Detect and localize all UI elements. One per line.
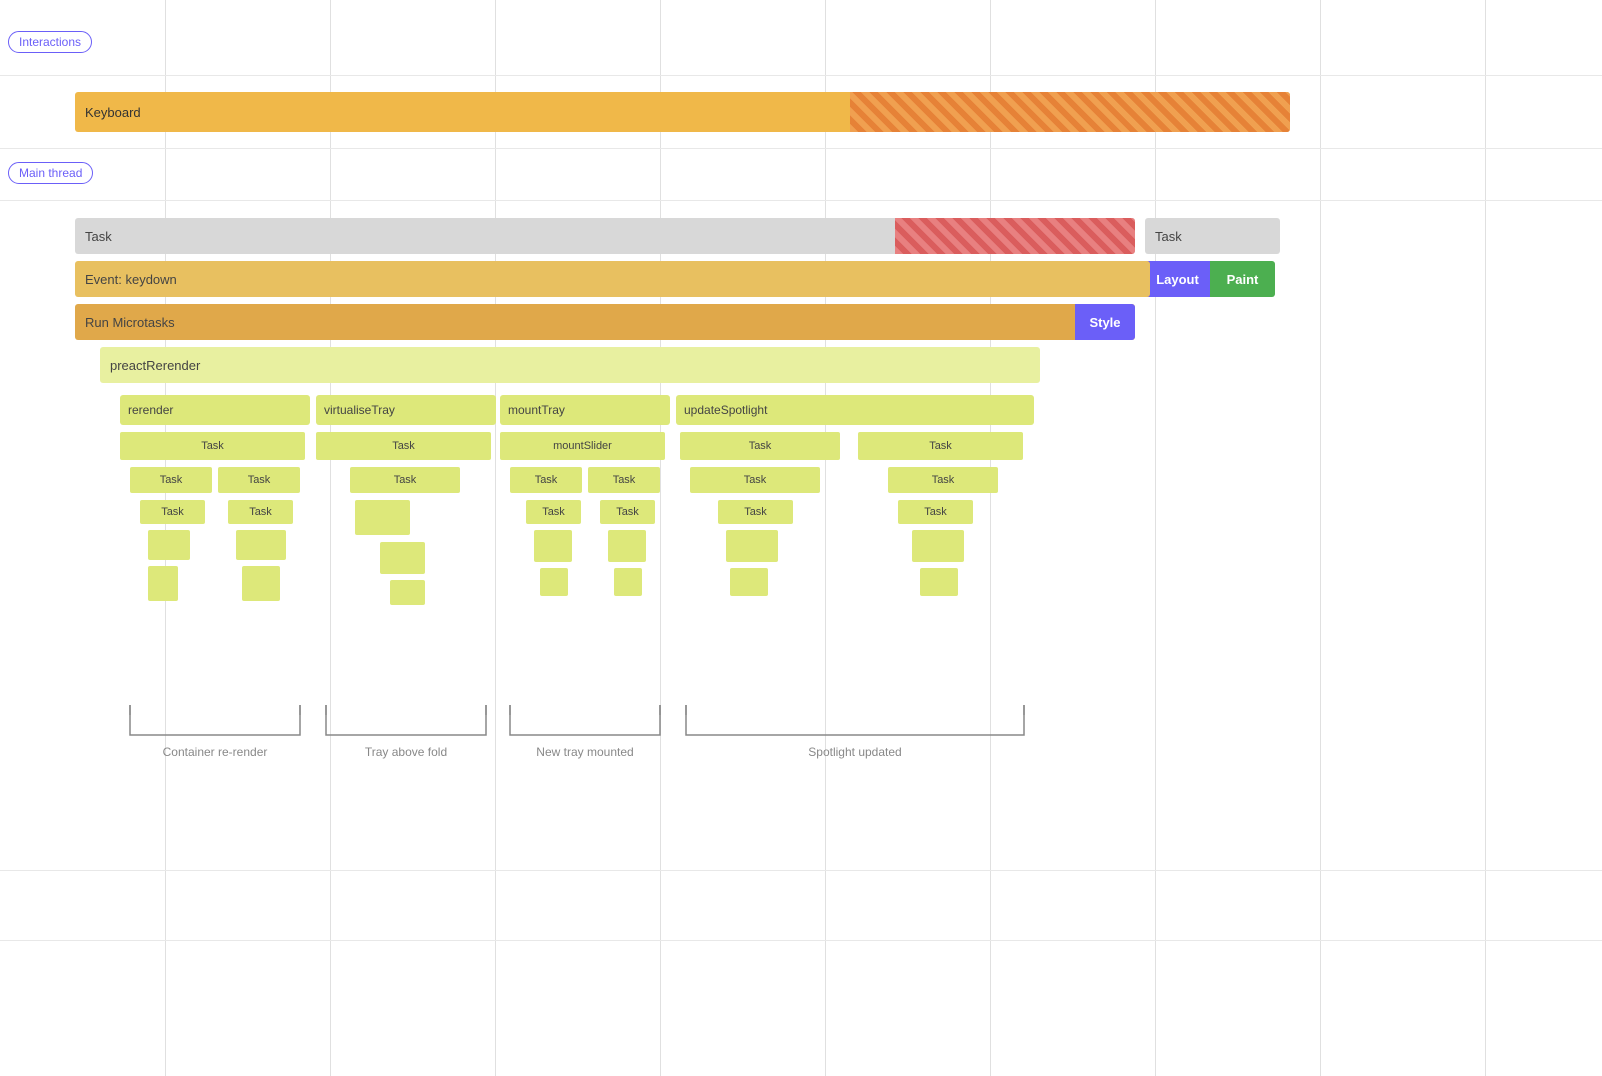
keyboard-bar-hatched	[850, 92, 1290, 132]
task-bar-hatched	[895, 218, 1135, 254]
task-box-vt-main: Task	[316, 432, 491, 460]
task-box-r7	[148, 566, 178, 601]
task-box-mt7	[540, 568, 568, 596]
task-box-mt1: Task	[510, 467, 582, 493]
main-thread-label[interactable]: Main thread	[8, 162, 93, 184]
bracket-new-tray-mounted	[500, 700, 670, 740]
task-box-r3: Task	[140, 500, 205, 524]
task-box-us2: Task	[718, 500, 793, 524]
task-box-us-right-main: Task	[858, 432, 1023, 460]
event-keydown-bar: Event: keydown	[75, 261, 1150, 297]
virtualise-tray-bar: virtualiseTray	[316, 395, 496, 425]
task-box-us-main: Task	[680, 432, 840, 460]
bracket-spotlight-updated	[676, 700, 1034, 740]
mount-tray-bar: mountTray	[500, 395, 670, 425]
task-box-mt4: Task	[600, 500, 655, 524]
spotlight-updated-label: Spotlight updated	[676, 745, 1034, 759]
task-box-us3	[726, 530, 778, 562]
task-box-usr3	[912, 530, 964, 562]
paint-button[interactable]: Paint	[1210, 261, 1275, 297]
task-box-usr1: Task	[888, 467, 998, 493]
task-box-rerender-main: Task	[120, 432, 305, 460]
keyboard-bar: Keyboard	[75, 92, 1290, 132]
task-box-vt2	[355, 500, 410, 535]
mount-slider-bar: mountSlider	[500, 432, 665, 460]
bracket-tray-above-fold	[316, 700, 496, 740]
timeline-container: Interactions Keyboard Main thread Task T…	[0, 0, 1602, 1076]
style-button[interactable]: Style	[1075, 304, 1135, 340]
task-box-r4: Task	[228, 500, 293, 524]
task-box-mt8	[614, 568, 642, 596]
microtasks-bar: Run Microtasks Style	[75, 304, 1135, 340]
task-box-r8	[242, 566, 280, 601]
task-box-mt6	[608, 530, 646, 562]
tray-above-fold-label: Tray above fold	[316, 745, 496, 759]
bracket-container-rerender	[120, 700, 310, 740]
task-box-mt5	[534, 530, 572, 562]
task-box-mt2: Task	[588, 467, 660, 493]
task-box-us1: Task	[690, 467, 820, 493]
task-box-vt1: Task	[350, 467, 460, 493]
task-box-usr4	[920, 568, 958, 596]
preact-rerender-bar: preactRerender	[100, 347, 1040, 383]
interactions-label[interactable]: Interactions	[8, 31, 92, 53]
task-box-r1: Task	[130, 467, 212, 493]
task-box-vt3	[380, 542, 425, 574]
rerender-bar: rerender	[120, 395, 310, 425]
new-tray-mounted-label: New tray mounted	[500, 745, 670, 759]
task-box-r2: Task	[218, 467, 300, 493]
update-spotlight-bar: updateSpotlight	[676, 395, 1034, 425]
task-box-mt3: Task	[526, 500, 581, 524]
task-box-usr2: Task	[898, 500, 973, 524]
task-box-us4	[730, 568, 768, 596]
task-bar-right: Task	[1145, 218, 1280, 254]
container-rerender-label: Container re-render	[120, 745, 310, 759]
layout-button[interactable]: Layout	[1145, 261, 1210, 297]
task-bar-main: Task	[75, 218, 1135, 254]
task-box-vt4	[390, 580, 425, 605]
task-box-r6	[236, 530, 286, 560]
task-box-r5	[148, 530, 190, 560]
